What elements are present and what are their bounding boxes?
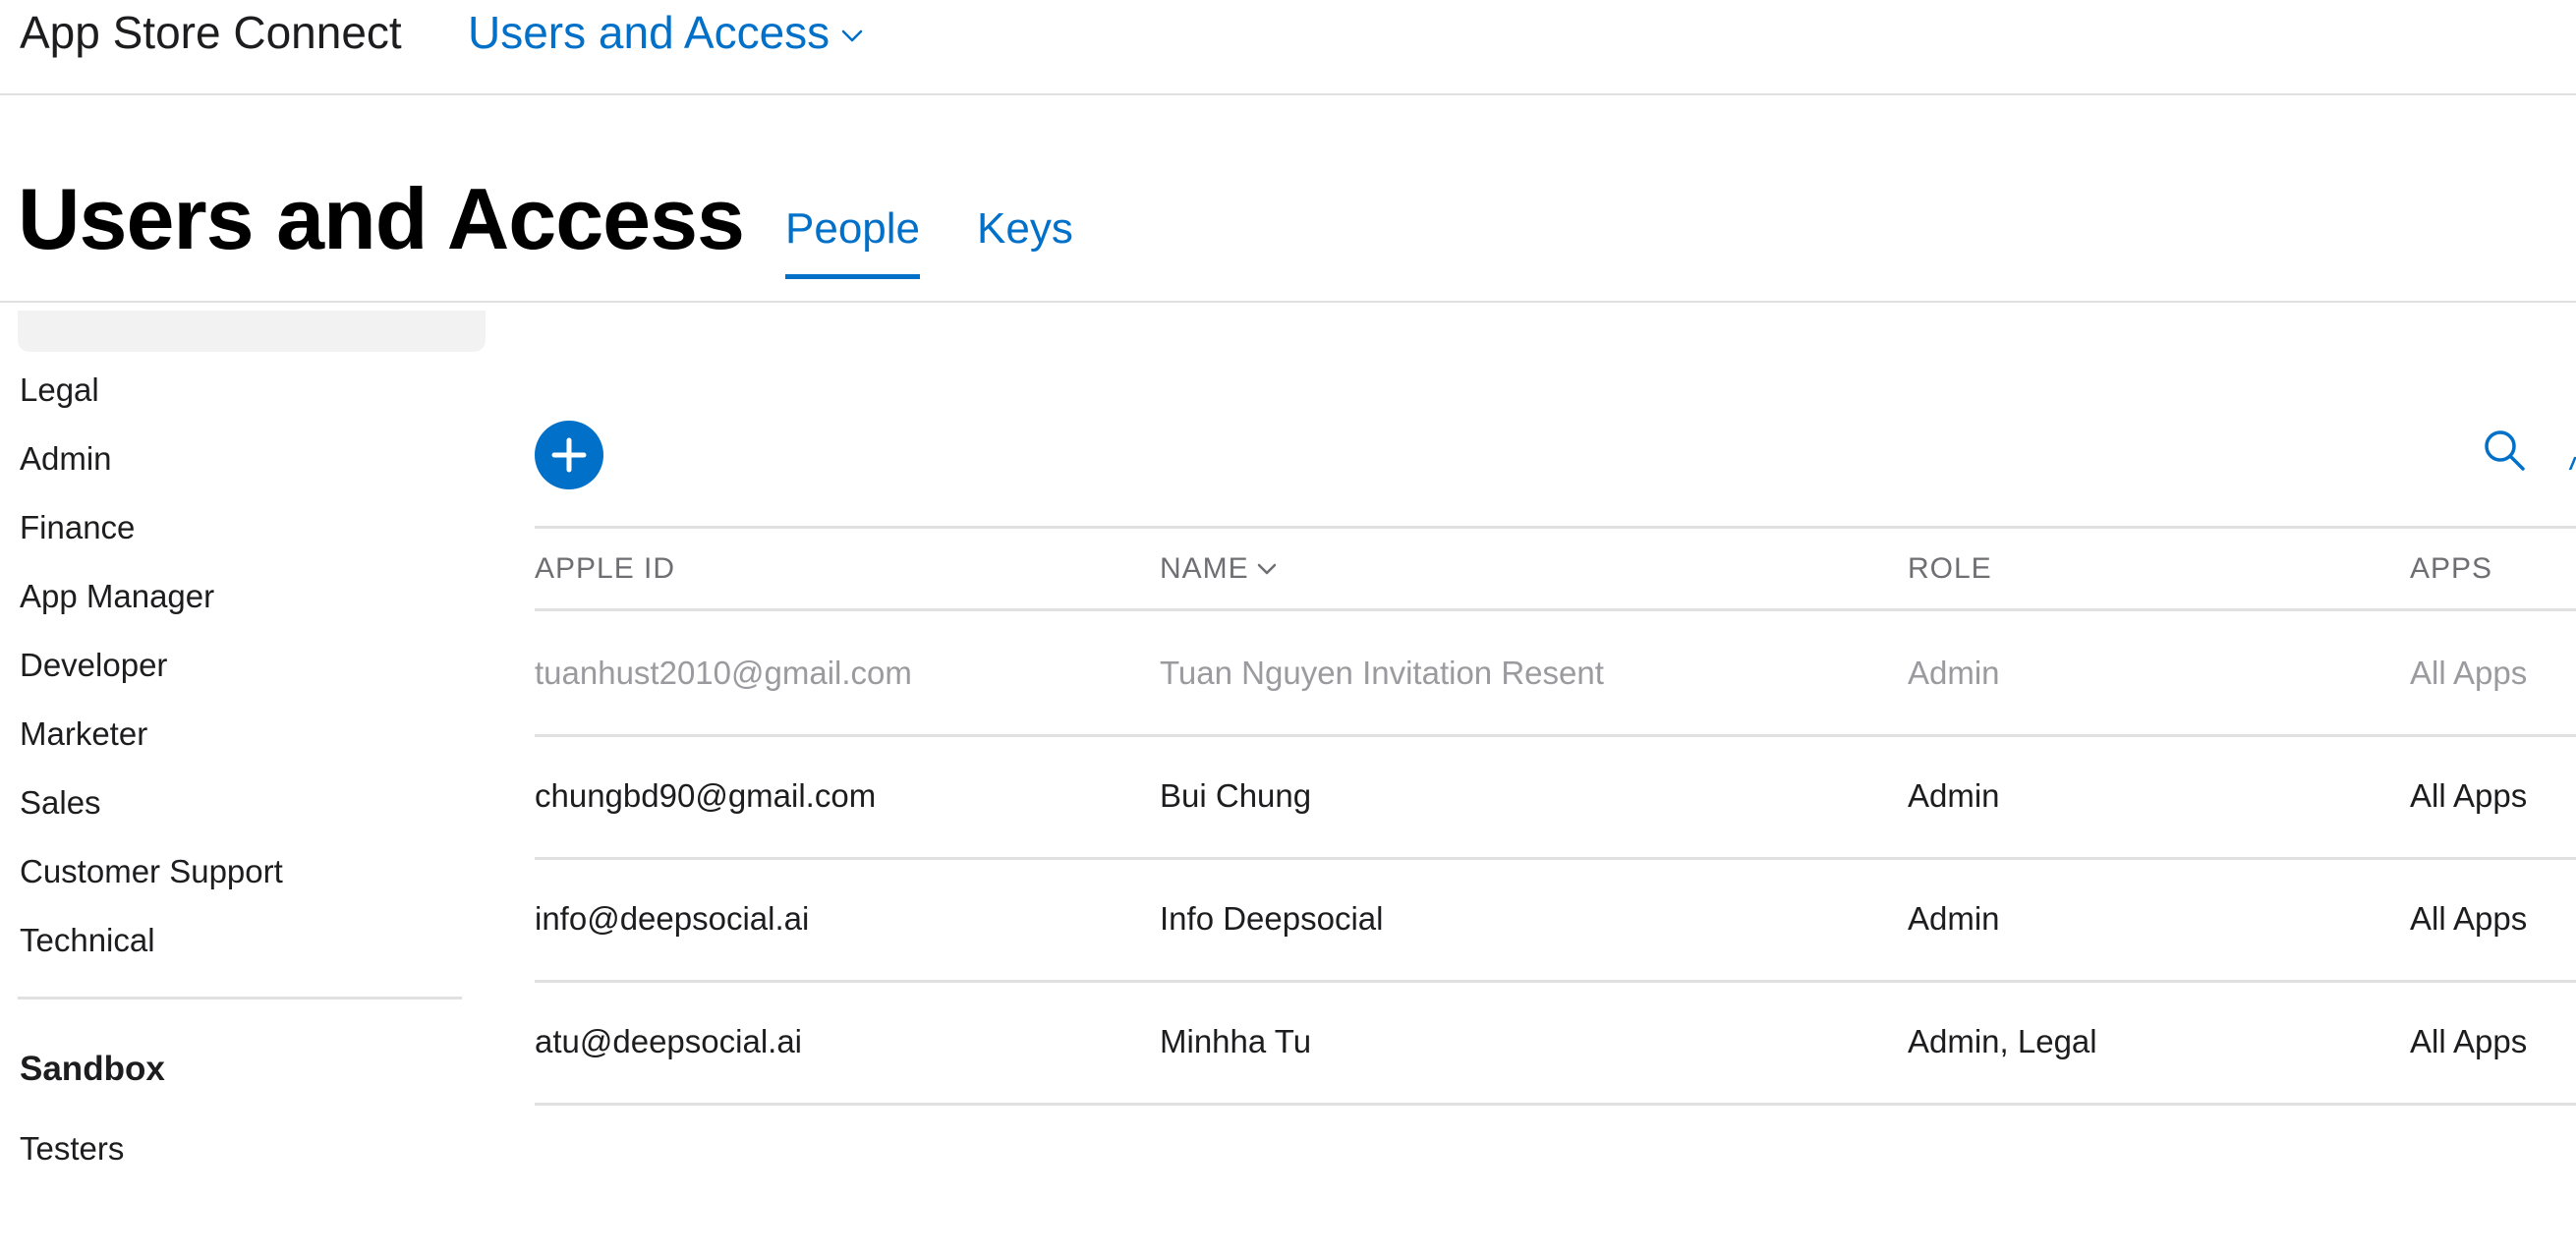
cell-role: Admin, Legal: [1908, 1023, 2097, 1059]
table-row[interactable]: info@deepsocial.ai Info Deepsocial Admin…: [535, 857, 2576, 983]
section-switcher-label: Users and Access: [468, 7, 830, 58]
cell-apple-id: info@deepsocial.ai: [535, 900, 810, 937]
cell-apps: All Apps: [2410, 1023, 2528, 1059]
cutoff-icon: [2568, 456, 2576, 470]
column-header-label: NAME: [1160, 552, 1249, 585]
cell-name: Minhha Tu: [1160, 1023, 1312, 1059]
top-bar: App Store Connect Users and Access: [0, 0, 2576, 95]
tab-keys[interactable]: Keys: [977, 204, 1073, 279]
cell-apps: All Apps: [2410, 777, 2528, 814]
cell-apple-id: tuanhust2010@gmail.com: [535, 655, 912, 691]
cell-name: Bui Chung: [1160, 777, 1312, 814]
column-header-role[interactable]: ROLE: [1908, 552, 1992, 586]
cell-apps: All Apps: [2410, 655, 2528, 691]
chevron-down-icon: [841, 29, 863, 42]
column-header-label: ROLE: [1908, 552, 1992, 585]
table-row[interactable]: chungbd90@gmail.com Bui Chung Admin All …: [535, 734, 2576, 860]
truncated-toolbar-icon[interactable]: [2567, 450, 2576, 470]
sidebar-item-finance[interactable]: Finance: [20, 509, 135, 546]
app-brand[interactable]: App Store Connect: [20, 6, 402, 59]
cell-role: Admin: [1908, 655, 2000, 691]
cell-apps: All Apps: [2410, 900, 2528, 937]
plus-icon: [551, 437, 587, 473]
search-button[interactable]: [2483, 428, 2526, 472]
tabs-divider: [0, 301, 2576, 303]
sidebar-item-sales[interactable]: Sales: [20, 784, 101, 822]
sidebar-item-admin[interactable]: Admin: [20, 440, 112, 478]
table-row[interactable]: atu@deepsocial.ai Minhha Tu Admin, Legal…: [535, 980, 2576, 1106]
column-header-label: APPS: [2410, 552, 2493, 585]
sort-chevron-down-icon: [1257, 563, 1276, 575]
sidebar-item-legal[interactable]: Legal: [20, 371, 99, 409]
sidebar-heading-sandbox: Sandbox: [20, 1050, 165, 1088]
page-title: Users and Access: [18, 170, 745, 267]
tab-bar: People Keys: [785, 204, 1130, 279]
column-header-apps[interactable]: APPS: [2410, 552, 2492, 586]
cell-apple-id: chungbd90@gmail.com: [535, 777, 877, 814]
tab-people[interactable]: People: [785, 204, 921, 279]
table-row[interactable]: tuanhust2010@gmail.com Tuan Nguyen Invit…: [535, 611, 2576, 737]
cell-name: Info Deepsocial: [1160, 900, 1384, 937]
search-icon: [2485, 430, 2525, 471]
sidebar-item-all-selected[interactable]: [18, 311, 486, 352]
sidebar-item-technical[interactable]: Technical: [20, 922, 155, 959]
column-header-name[interactable]: NAME: [1160, 552, 1277, 586]
section-switcher[interactable]: Users and Access: [468, 6, 863, 59]
sidebar-item-testers[interactable]: Testers: [20, 1130, 124, 1168]
sidebar-item-developer[interactable]: Developer: [20, 647, 167, 684]
column-header-label: APPLE ID: [535, 552, 676, 585]
cell-apple-id: atu@deepsocial.ai: [535, 1023, 803, 1059]
cell-name: Tuan Nguyen Invitation Resent: [1160, 655, 1604, 691]
table-top-border: [535, 526, 2576, 529]
column-header-apple-id[interactable]: APPLE ID: [535, 552, 675, 586]
add-user-button[interactable]: [535, 421, 603, 489]
sidebar-item-app-manager[interactable]: App Manager: [20, 578, 214, 615]
sidebar-divider: [18, 997, 462, 999]
sidebar-item-customer-support[interactable]: Customer Support: [20, 853, 283, 890]
cell-role: Admin: [1908, 900, 2000, 937]
sidebar-item-marketer[interactable]: Marketer: [20, 715, 147, 753]
cell-role: Admin: [1908, 777, 2000, 814]
